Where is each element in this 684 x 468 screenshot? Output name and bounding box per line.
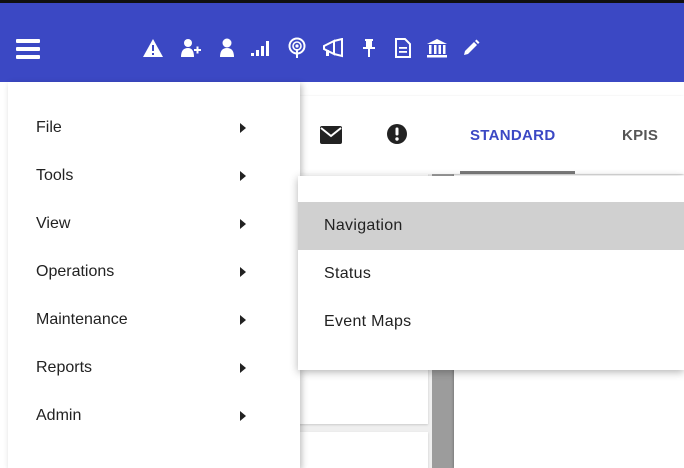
submenu-item-status[interactable]: Status [298, 250, 684, 298]
document-icon[interactable] [388, 33, 418, 63]
menu-item-label: Admin [36, 407, 82, 424]
menu-item-tools[interactable]: Tools [8, 152, 300, 200]
menu-item-file[interactable]: File [8, 104, 300, 152]
caret-right-icon [240, 171, 246, 181]
pushpin-icon[interactable] [354, 33, 384, 63]
menu-item-label: Operations [36, 263, 115, 280]
caret-right-icon [240, 411, 246, 421]
caret-right-icon [240, 219, 246, 229]
submenu-item-navigation[interactable]: Navigation [298, 202, 684, 250]
menu-item-maintenance[interactable]: Maintenance [8, 296, 300, 344]
menu-item-label: Tools [36, 167, 74, 184]
alert-circle-icon[interactable] [386, 123, 408, 150]
caret-right-icon [240, 267, 246, 277]
secondary-toolbar: STANDARD KPIS [296, 96, 684, 174]
megaphone-icon[interactable] [318, 33, 348, 63]
add-user-icon[interactable] [176, 33, 206, 63]
hamburger-menu-icon[interactable] [16, 39, 40, 59]
tab-kpis[interactable]: KPIS [622, 96, 658, 174]
menu-item-reports[interactable]: Reports [8, 344, 300, 392]
envelope-icon[interactable] [320, 126, 342, 149]
menu-item-label: View [36, 215, 71, 232]
podcast-icon[interactable] [282, 33, 312, 63]
menu-item-operations[interactable]: Operations [8, 248, 300, 296]
tab-label: KPIS [622, 126, 659, 144]
submenu-item-label: Status [324, 265, 372, 282]
menu-item-label: Reports [36, 359, 93, 376]
submenu-item-event-maps[interactable]: Event Maps [298, 298, 684, 346]
caret-right-icon [240, 123, 246, 133]
menu-item-label: File [36, 119, 62, 136]
caret-right-icon [240, 363, 246, 373]
user-icon[interactable] [212, 33, 242, 63]
signal-icon[interactable] [246, 33, 276, 63]
pencil-icon[interactable] [456, 33, 486, 63]
panel-card [296, 432, 428, 468]
tab-standard[interactable]: STANDARD [459, 96, 577, 174]
caret-right-icon [240, 315, 246, 325]
bank-icon[interactable] [422, 33, 452, 63]
menu-item-admin[interactable]: Admin [8, 392, 300, 440]
app-window: STANDARD KPIS File Tools View Operations… [0, 0, 684, 468]
menu-item-label: Maintenance [36, 311, 128, 328]
submenu-item-label: Event Maps [324, 313, 412, 330]
submenu-item-label: Navigation [324, 217, 403, 234]
tab-label: STANDARD [470, 126, 556, 144]
view-submenu: Navigation Status Event Maps [298, 176, 684, 370]
main-menu: File Tools View Operations Maintenance R… [8, 82, 300, 468]
menu-item-view[interactable]: View [8, 200, 300, 248]
warning-icon[interactable] [138, 33, 168, 63]
top-app-bar [0, 0, 684, 82]
